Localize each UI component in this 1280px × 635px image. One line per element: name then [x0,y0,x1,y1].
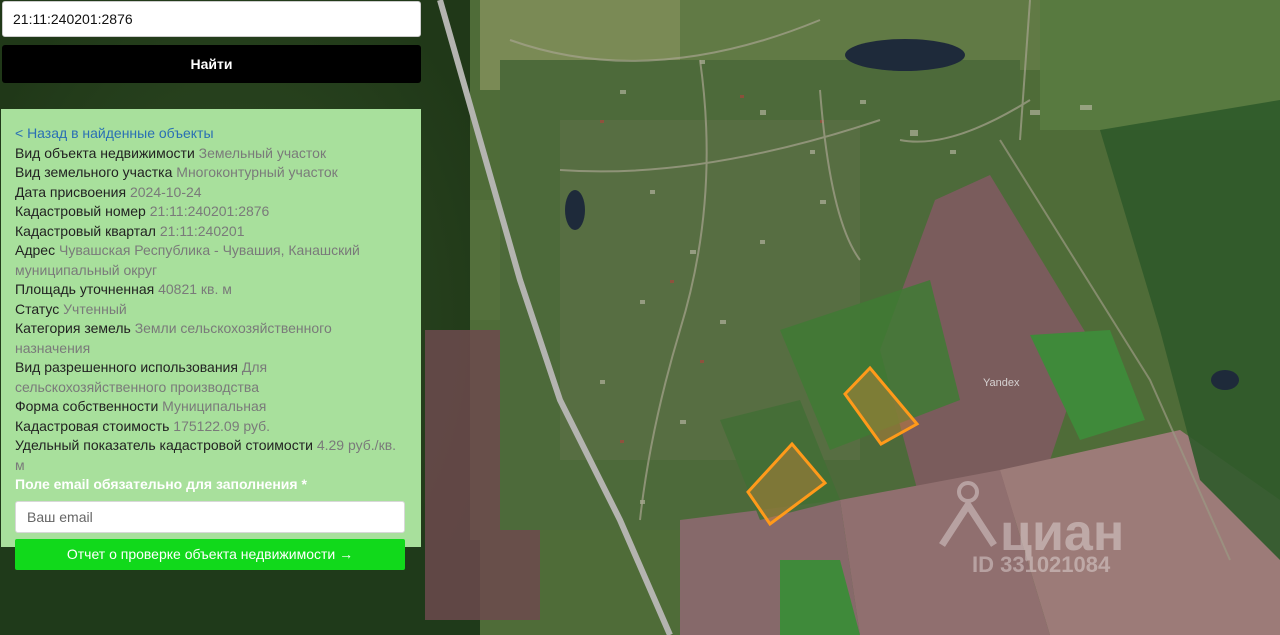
info-row-cadastral-quarter: Кадастровый квартал 21:11:240201 [15,222,407,242]
info-value: 21:11:240201 [159,222,245,239]
info-value: Земельный участок [198,144,327,161]
info-row-cadastral-number: Кадастровый номер 21:11:240201:2876 [15,202,407,222]
info-value: 40821 кв. м [158,281,232,297]
info-row-unit-value: Удельный показатель кадастровой стоимост… [15,436,407,475]
info-row-permitted-use: Вид разрешенного использования Для сельс… [15,358,407,397]
search-button[interactable]: Найти [2,45,421,83]
info-row-land-type: Вид земельного участка Многоконтурный уч… [15,163,407,183]
info-value: 175122.09 руб. [173,417,271,434]
info-row-ownership: Форма собственности Муниципальная [15,397,407,417]
info-label: Форма собственности [15,398,159,414]
info-value: Многоконтурный участок [176,164,338,180]
info-row-area: Площадь уточненная 40821 кв. м [15,280,407,300]
info-value: 21:11:240201:2876 [149,203,270,219]
info-label: Удельный показатель кадастровой стоимост… [15,437,313,453]
info-label: Кадастровый квартал [15,222,156,239]
info-row-address: Адрес Чувашская Республика - Чувашия, Ка… [15,241,407,280]
info-row-object-type: Вид объекта недвижимости Земельный участ… [15,144,407,164]
back-to-results-link[interactable]: < Назад в найденные объекты [15,124,407,144]
info-value: Чувашская Республика - Чувашия, Канашски… [15,242,360,278]
map-provider-label: Yandex [983,377,1020,389]
info-row-land-category: Категория земель Земли сельскохозяйствен… [15,319,407,358]
email-input[interactable] [15,500,405,533]
info-label: Кадастровый номер [15,203,146,219]
info-label: Площадь уточненная [15,281,155,297]
info-label: Кадастровая стоимость [15,417,170,434]
info-label: Статус [15,300,60,317]
info-row-status: Статус Учтенный [15,300,407,320]
info-label: Адрес [15,242,56,258]
info-label: Вид земельного участка [15,164,173,180]
info-row-assign-date: Дата присвоения 2024-10-24 [15,183,407,203]
info-label: Категория земель [15,320,131,336]
info-label: Дата присвоения [15,183,127,200]
email-required-note: Поле email обязательно для заполнения * [15,476,307,492]
property-report-button[interactable]: Отчет о проверке объекта недвижимости → [15,538,405,570]
info-value: Муниципальная [162,398,267,414]
info-row-cadastral-value: Кадастровая стоимость 175122.09 руб. [15,417,407,437]
object-info-panel: < Назад в найденные объекты Вид объекта … [1,109,421,570]
cadastral-search-input[interactable] [2,1,421,37]
info-label: Вид объекта недвижимости [15,144,195,161]
info-value: 2024-10-24 [129,183,202,200]
info-value: Учтенный [63,300,127,317]
info-label: Вид разрешенного использования [15,359,238,375]
watermark-id: ID 331021084 [972,552,1111,577]
